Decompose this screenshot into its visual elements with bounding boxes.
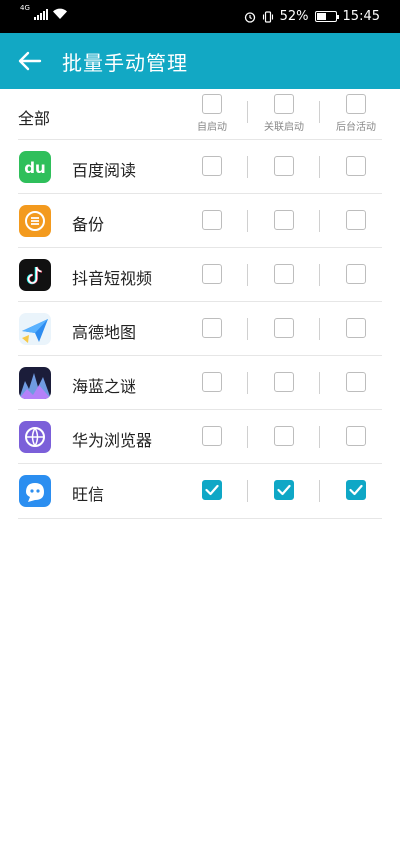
select-all-assoc-start-checkbox[interactable] bbox=[274, 94, 294, 114]
baidu-read-icon: du bbox=[19, 151, 51, 183]
column-separator bbox=[319, 480, 320, 502]
column-separator bbox=[319, 426, 320, 448]
select-all-label: 全部 bbox=[18, 109, 51, 128]
assoc-start-checkbox[interactable] bbox=[274, 372, 294, 392]
column-separator bbox=[247, 156, 248, 178]
column-separator bbox=[247, 426, 248, 448]
auto-start-checkbox[interactable] bbox=[202, 372, 222, 392]
app-row: 旺信 bbox=[0, 464, 400, 518]
background-checkbox[interactable] bbox=[346, 426, 366, 446]
column-separator bbox=[319, 372, 320, 394]
battery-percent: 52% bbox=[279, 9, 309, 24]
app-bar: 批量手动管理 bbox=[0, 33, 400, 89]
auto-start-checkbox[interactable] bbox=[202, 156, 222, 176]
assoc-start-checkbox[interactable] bbox=[274, 318, 294, 338]
network-type: 4G bbox=[20, 4, 30, 12]
background-checkbox[interactable] bbox=[346, 480, 366, 500]
app-row: du 百度阅读 bbox=[0, 140, 400, 194]
app-row: 海蓝之谜 bbox=[0, 356, 400, 410]
status-bar: 4G 52% 15:45 bbox=[0, 0, 400, 33]
column-separator bbox=[247, 210, 248, 232]
signal-icon bbox=[33, 8, 48, 20]
column-separator bbox=[247, 264, 248, 286]
app-row: 备份 bbox=[0, 194, 400, 248]
amap-icon bbox=[19, 313, 51, 345]
auto-start-checkbox[interactable] bbox=[202, 480, 222, 500]
column-assoc-start-label: 关联启动 bbox=[264, 122, 304, 133]
browser-icon bbox=[19, 421, 51, 453]
select-all-header: 全部 自启动 关联启动 后台活动 bbox=[0, 89, 400, 139]
column-separator bbox=[319, 101, 320, 123]
divider bbox=[18, 518, 382, 519]
assoc-start-checkbox[interactable] bbox=[274, 264, 294, 284]
wangxin-icon bbox=[19, 475, 51, 507]
app-name: 华为浏览器 bbox=[72, 431, 153, 450]
wifi-icon bbox=[52, 8, 67, 19]
app-name: 海蓝之谜 bbox=[72, 377, 137, 396]
assoc-start-checkbox[interactable] bbox=[274, 210, 294, 230]
app-name: 旺信 bbox=[72, 485, 105, 504]
column-separator bbox=[319, 156, 320, 178]
app-name: 抖音短视频 bbox=[72, 269, 153, 288]
network-status: 4G bbox=[20, 4, 68, 20]
background-checkbox[interactable] bbox=[346, 372, 366, 392]
battery-icon bbox=[314, 11, 339, 22]
page-title: 批量手动管理 bbox=[62, 51, 188, 75]
system-status: 52% 15:45 bbox=[244, 9, 380, 24]
select-all-background-checkbox[interactable] bbox=[346, 94, 366, 114]
app-row: 华为浏览器 bbox=[0, 410, 400, 464]
column-separator bbox=[247, 318, 248, 340]
column-separator bbox=[319, 210, 320, 232]
auto-start-checkbox[interactable] bbox=[202, 318, 222, 338]
alarm-icon bbox=[244, 11, 255, 23]
background-checkbox[interactable] bbox=[346, 264, 366, 284]
auto-start-checkbox[interactable] bbox=[202, 210, 222, 230]
app-name: 百度阅读 bbox=[72, 161, 137, 180]
column-auto-start: 自启动 bbox=[182, 94, 242, 133]
app-row: 抖音短视频 bbox=[0, 248, 400, 302]
column-separator bbox=[319, 318, 320, 340]
douyin-icon bbox=[19, 259, 51, 291]
column-separator bbox=[319, 264, 320, 286]
svg-text:du: du bbox=[24, 159, 45, 177]
game-icon bbox=[19, 367, 51, 399]
assoc-start-checkbox[interactable] bbox=[274, 426, 294, 446]
auto-start-checkbox[interactable] bbox=[202, 426, 222, 446]
select-all-auto-start-checkbox[interactable] bbox=[202, 94, 222, 114]
column-background-label: 后台活动 bbox=[336, 122, 376, 133]
vibrate-icon bbox=[262, 10, 273, 23]
arrow-left-icon[interactable] bbox=[14, 45, 46, 77]
background-checkbox[interactable] bbox=[346, 210, 366, 230]
app-row: 高德地图 bbox=[0, 302, 400, 356]
assoc-start-checkbox[interactable] bbox=[274, 156, 294, 176]
background-checkbox[interactable] bbox=[346, 318, 366, 338]
app-name: 备份 bbox=[72, 215, 105, 234]
column-separator bbox=[247, 101, 248, 123]
assoc-start-checkbox[interactable] bbox=[274, 480, 294, 500]
column-separator bbox=[247, 480, 248, 502]
background-checkbox[interactable] bbox=[346, 156, 366, 176]
column-background: 后台活动 bbox=[326, 94, 386, 133]
column-separator bbox=[247, 372, 248, 394]
battery-level bbox=[316, 13, 326, 20]
clock: 15:45 bbox=[342, 9, 380, 24]
column-assoc-start: 关联启动 bbox=[254, 94, 314, 133]
app-name: 高德地图 bbox=[72, 323, 137, 342]
auto-start-checkbox[interactable] bbox=[202, 264, 222, 284]
column-auto-start-label: 自启动 bbox=[197, 122, 227, 133]
backup-icon bbox=[19, 205, 51, 237]
